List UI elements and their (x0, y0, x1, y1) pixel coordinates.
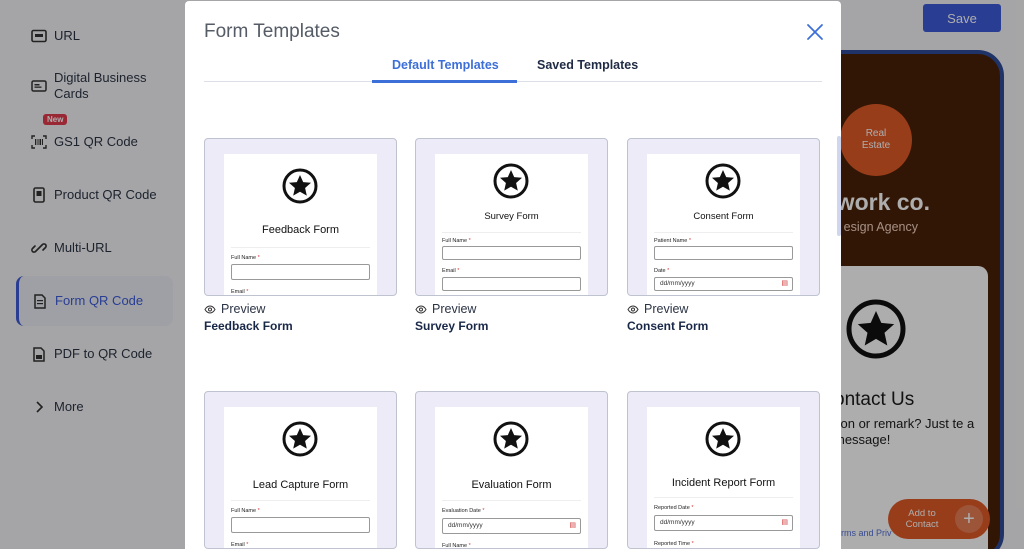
template-card-evaluation[interactable]: Evaluation Form Evaluation Date * dd/mm/… (415, 391, 608, 549)
preview-label: Preview (221, 302, 266, 316)
field-input (231, 517, 370, 533)
date-input: dd/mm/yyyy ▤ (654, 277, 793, 291)
field-label: Date * (654, 268, 670, 274)
scrollbar[interactable] (837, 136, 841, 236)
form-title: Consent Form (693, 211, 754, 222)
field-label: Email * (231, 289, 249, 295)
template-thumbnail[interactable]: Feedback Form Full Name * Email * (204, 138, 397, 296)
template-card-feedback[interactable]: Feedback Form Full Name * Email * Previe… (204, 138, 397, 333)
form-paper: Evaluation Form Evaluation Date * dd/mm/… (435, 407, 588, 549)
field-input (654, 246, 793, 260)
field-label: Evaluation Date * (442, 508, 485, 514)
eye-icon (627, 304, 639, 314)
star-icon (705, 163, 741, 199)
calendar-icon: ▤ (781, 280, 788, 287)
form-title: Feedback Form (261, 224, 340, 236)
divider (654, 497, 793, 498)
divider (231, 500, 370, 501)
modal-title: Form Templates (204, 21, 340, 42)
field-input (231, 264, 370, 280)
form-title: Incident Report Form (671, 477, 776, 489)
field-label: Full Name * (442, 543, 471, 549)
calendar-icon: ▤ (781, 519, 788, 526)
form-paper: Consent Form Patient Name * Date * dd/mm… (647, 154, 800, 295)
star-icon (493, 421, 529, 457)
divider (654, 232, 793, 233)
calendar-icon: ▤ (569, 522, 576, 529)
eye-icon (204, 304, 216, 314)
template-thumbnail[interactable]: Survey Form Full Name * Email * (415, 138, 608, 296)
preview-link[interactable]: Preview (627, 302, 820, 316)
field-label: Reported Time * (654, 541, 694, 547)
star-icon (282, 421, 318, 457)
eye-icon (415, 304, 427, 314)
template-card-lead-capture[interactable]: Lead Capture Form Full Name * Email * (204, 391, 397, 549)
preview-link[interactable]: Preview (415, 302, 608, 316)
tab-default-templates[interactable]: Default Templates (392, 58, 499, 72)
field-label: Patient Name * (654, 238, 691, 244)
form-title: Evaluation Form (471, 479, 552, 491)
star-icon (282, 168, 318, 204)
field-input (442, 246, 581, 260)
form-title: Lead Capture Form (252, 479, 349, 491)
template-name: Feedback Form (204, 319, 293, 333)
field-label: Full Name * (231, 508, 260, 514)
form-templates-modal: Form Templates Default Templates Saved T… (185, 1, 841, 549)
form-paper: Feedback Form Full Name * Email * (224, 154, 377, 295)
close-button[interactable] (804, 21, 826, 43)
preview-label: Preview (644, 302, 689, 316)
form-paper: Survey Form Full Name * Email * (435, 154, 588, 295)
preview-link[interactable]: Preview (204, 302, 397, 316)
field-label: Email * (442, 268, 460, 274)
close-icon (807, 24, 823, 40)
form-paper: Lead Capture Form Full Name * Email * (224, 407, 377, 548)
star-icon (705, 421, 741, 457)
template-name: Survey Form (415, 319, 489, 333)
active-tab-indicator (372, 80, 517, 83)
template-thumbnail[interactable]: Evaluation Form Evaluation Date * dd/mm/… (415, 391, 608, 549)
field-label: Full Name * (231, 255, 260, 261)
template-name: Consent Form (627, 319, 709, 333)
divider (231, 247, 370, 248)
field-label: Email * (231, 542, 249, 548)
field-input (442, 277, 581, 291)
tab-saved-templates[interactable]: Saved Templates (537, 58, 638, 72)
template-card-survey[interactable]: Survey Form Full Name * Email * Preview … (415, 138, 608, 333)
template-thumbnail[interactable]: Consent Form Patient Name * Date * dd/mm… (627, 138, 820, 296)
divider (442, 500, 581, 501)
field-label: Full Name * (442, 238, 471, 244)
field-label: Reported Date * (654, 505, 694, 511)
template-card-consent[interactable]: Consent Form Patient Name * Date * dd/mm… (627, 138, 820, 333)
form-title: Survey Form (484, 211, 539, 222)
date-input: dd/mm/yyyy ▤ (654, 515, 793, 531)
divider (442, 232, 581, 233)
form-paper: Incident Report Form Reported Date * dd/… (647, 407, 800, 548)
template-thumbnail[interactable]: Lead Capture Form Full Name * Email * (204, 391, 397, 549)
preview-label: Preview (432, 302, 477, 316)
star-icon (493, 163, 529, 199)
template-card-incident-report[interactable]: Incident Report Form Reported Date * dd/… (627, 391, 820, 549)
date-input: dd/mm/yyyy ▤ (442, 518, 581, 534)
template-thumbnail[interactable]: Incident Report Form Reported Date * dd/… (627, 391, 820, 549)
